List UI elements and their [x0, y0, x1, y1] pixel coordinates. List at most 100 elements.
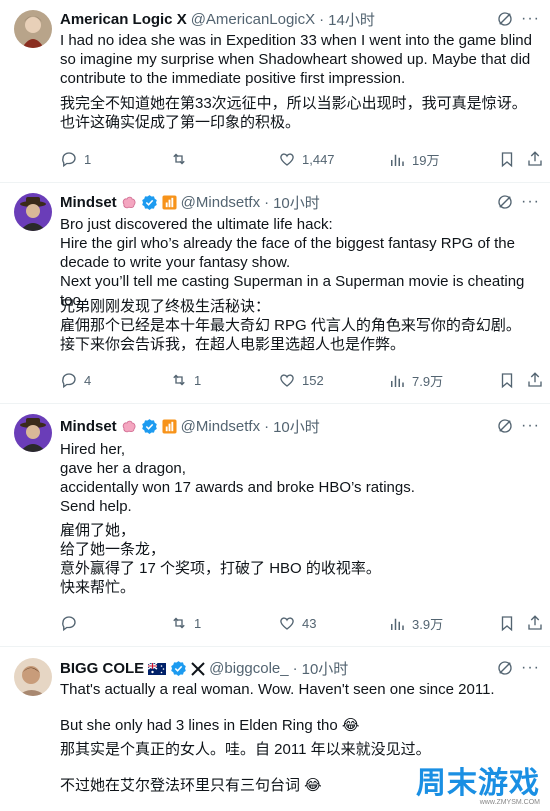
reply-icon [62, 152, 76, 168]
avatar[interactable] [14, 658, 52, 696]
views-count: 7.9万 [412, 374, 444, 389]
reply-button[interactable]: 4 [60, 371, 91, 389]
bookmark-icon [501, 152, 513, 168]
like-icon [280, 153, 294, 166]
retweet-count: 1 [194, 615, 202, 631]
views-count: 3.9万 [412, 617, 444, 632]
display-name[interactable]: Mindset [60, 418, 117, 435]
retweet-button[interactable]: 1 [170, 371, 201, 389]
reply-button[interactable] [60, 614, 84, 632]
bookmark-icon [501, 616, 513, 632]
verified-icon [141, 418, 158, 435]
avatar[interactable] [14, 193, 52, 231]
more-icon[interactable]: ··· [521, 11, 540, 27]
tweet-text-en: Bro just discovered the ultimate life ha… [60, 216, 525, 309]
tweet-text-zh: 雇佣了她， 给了她一条龙， 意外赢得了 17 个奖项，打破了 HBO 的收视率。… [60, 522, 381, 596]
reply-button[interactable]: 1 [60, 150, 91, 168]
timestamp[interactable]: 10小时 [273, 192, 320, 213]
more-icon[interactable]: ··· [521, 418, 540, 434]
like-button[interactable]: 43 [278, 614, 316, 632]
display-name[interactable]: American Logic X [60, 11, 187, 28]
bookmark-button[interactable] [498, 614, 522, 632]
bookmark-button[interactable] [498, 371, 522, 389]
bookmark-button[interactable] [498, 150, 522, 168]
display-name[interactable]: Mindset [60, 194, 117, 211]
brain-emoji [121, 195, 137, 211]
x-premium-icon [191, 661, 205, 676]
tweet-header: BIGG COLE @biggcole_ · 10小时 [60, 658, 348, 679]
share-icon [528, 372, 542, 387]
tweet-text-zh: 我完全不知道她在第33次远征中，所以当影心出现时，我可真是惊讶。也许这确实促成了… [60, 95, 527, 131]
like-button[interactable]: 152 [278, 371, 324, 389]
action-bar: 1 43 3.9万 [60, 614, 542, 634]
verified-icon [170, 660, 187, 677]
retweet-count: 1 [194, 372, 202, 388]
share-button[interactable] [526, 371, 550, 389]
retweet-icon [173, 617, 185, 629]
avatar[interactable] [14, 10, 52, 48]
views-count: 19万 [412, 153, 440, 168]
action-bar: 1 1,447 19万 [60, 150, 542, 170]
reply-icon [62, 616, 76, 632]
tweet-2[interactable]: Mindset @Mindsetfx · 10小时 ··· Bro just d… [0, 183, 550, 404]
bookmark-icon [501, 373, 513, 389]
retweet-icon [173, 374, 185, 386]
like-icon [280, 617, 294, 630]
brain-emoji [121, 419, 137, 435]
avatar[interactable] [14, 414, 52, 452]
tweet-header: Mindset @Mindsetfx · 10小时 [60, 192, 320, 213]
separator-dot: · [292, 660, 298, 677]
more-icon[interactable]: ··· [521, 660, 540, 676]
views-button[interactable]: 19万 [388, 150, 439, 169]
australia-flag-icon [148, 662, 167, 675]
handle[interactable]: @biggcole_ [209, 660, 288, 677]
separator-dot: · [264, 194, 270, 211]
like-count: 43 [302, 615, 317, 631]
tweet-1[interactable]: American Logic X @AmericanLogicX · 14小时 … [0, 0, 550, 183]
site-watermark: 周末游戏 [416, 758, 540, 802]
reply-icon [62, 373, 76, 389]
retweet-button[interactable]: 1 [170, 614, 201, 632]
timestamp[interactable]: 10小时 [302, 658, 349, 679]
timestamp[interactable]: 14小时 [328, 9, 375, 30]
timestamp[interactable]: 10小时 [273, 416, 320, 437]
tweet-text-en: Hired her, gave her a dragon, accidental… [60, 441, 415, 515]
grok-icon[interactable] [496, 10, 514, 28]
grok-icon[interactable] [496, 417, 514, 435]
like-button[interactable]: 1,447 [278, 150, 335, 168]
share-icon [528, 151, 542, 166]
business-badge[interactable] [162, 195, 177, 210]
views-button[interactable]: 7.9万 [388, 371, 443, 390]
grok-icon[interactable] [496, 659, 514, 677]
like-icon [280, 374, 294, 387]
tweet-header: American Logic X @AmericanLogicX · 14小时 [60, 9, 375, 30]
tweet-3[interactable]: Mindset @Mindsetfx · 10小时 ··· Hired her,… [0, 404, 550, 647]
handle[interactable]: @Mindsetfx [181, 418, 260, 435]
verified-icon [141, 194, 158, 211]
grok-icon[interactable] [496, 193, 514, 211]
action-bar: 4 1 152 7.9万 [60, 371, 542, 391]
reply-count: 4 [84, 372, 92, 388]
watermark-text: 周末游戏 [416, 766, 540, 801]
tweet-text-en: I had no idea she was in Expedition 33 w… [60, 32, 532, 87]
handle[interactable]: @Mindsetfx [181, 194, 260, 211]
watermark-url: www.ZMYSM.COM [479, 799, 540, 806]
views-button[interactable]: 3.9万 [388, 614, 443, 633]
like-count: 152 [302, 372, 324, 388]
display-name[interactable]: BIGG COLE [60, 660, 144, 677]
more-icon[interactable]: ··· [521, 194, 540, 210]
tweet-header: Mindset @Mindsetfx · 10小时 [60, 416, 320, 437]
share-button[interactable] [526, 614, 550, 632]
views-icon [391, 375, 404, 387]
separator-dot: · [264, 418, 270, 435]
handle[interactable]: @AmericanLogicX [191, 11, 315, 28]
tweet-text-en: That's actually a real woman. Wow. Haven… [60, 681, 495, 734]
views-icon [391, 618, 404, 630]
share-icon [528, 615, 542, 630]
separator-dot: · [319, 11, 325, 28]
business-badge[interactable] [162, 419, 177, 434]
retweet-button[interactable] [170, 150, 194, 168]
reply-count: 1 [84, 151, 92, 167]
retweet-icon [173, 153, 185, 165]
share-button[interactable] [526, 150, 550, 168]
